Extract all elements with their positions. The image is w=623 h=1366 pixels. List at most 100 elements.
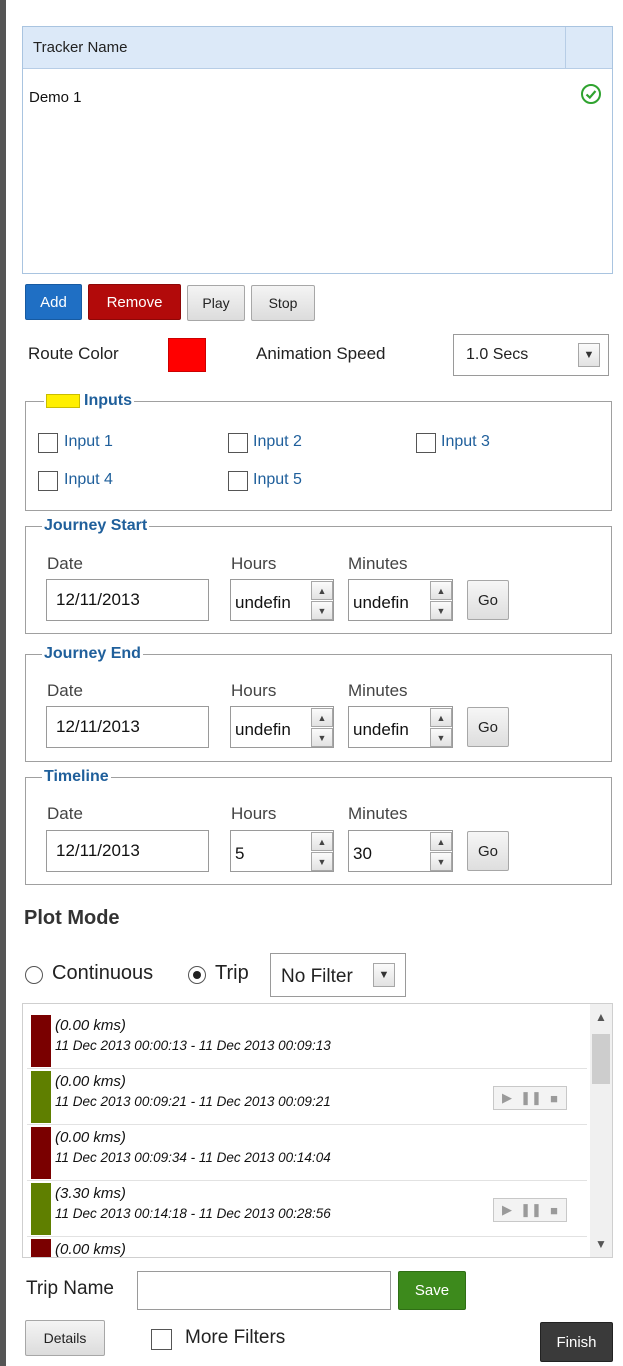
trip-list-item[interactable]: (0.00 kms) 11 Dec 2013 00:09:34 - 11 Dec…: [27, 1125, 587, 1181]
trip-name-input[interactable]: [137, 1271, 391, 1310]
tracker-row[interactable]: Demo 1: [23, 83, 612, 111]
tracker-name-column-header[interactable]: Tracker Name: [33, 39, 127, 56]
pause-icon[interactable]: ❚❚: [520, 1090, 542, 1106]
tracker-table: Tracker Name Demo 1: [22, 26, 613, 274]
save-button[interactable]: Save: [398, 1271, 466, 1310]
spin-down-icon[interactable]: ▼: [311, 601, 333, 620]
trip-list-item[interactable]: (0.00 kms) 11 Dec 2013 00:09:21 - 11 Dec…: [27, 1069, 587, 1125]
animation-speed-value: 1.0 Secs: [466, 346, 529, 363]
journey-end-legend: Journey End: [42, 645, 143, 663]
input-1-checkbox[interactable]: [38, 433, 58, 453]
chevron-down-icon[interactable]: ▼: [373, 963, 395, 987]
spin-up-icon[interactable]: ▲: [311, 708, 333, 727]
spin-up-icon[interactable]: ▲: [311, 581, 333, 600]
trip-playback-controls: ▶ ❚❚ ■: [493, 1086, 567, 1110]
spin-up-icon[interactable]: ▲: [430, 708, 452, 727]
timeline-go-button[interactable]: Go: [467, 831, 509, 871]
animation-speed-select[interactable]: 1.0 Secs ▼: [453, 334, 609, 376]
hours-label: Hours: [231, 681, 277, 700]
journey-end-hours-stepper[interactable]: undefin ▲ ▼: [230, 706, 334, 748]
journey-end-date-input[interactable]: 12/11/2013: [46, 706, 209, 748]
inputs-legend-text: Inputs: [84, 392, 132, 409]
minutes-label: Minutes: [348, 804, 408, 823]
journey-end-minutes-stepper[interactable]: undefin ▲ ▼: [348, 706, 453, 748]
play-icon[interactable]: ▶: [502, 1202, 512, 1218]
input-3-checkbox[interactable]: [416, 433, 436, 453]
input-1-label[interactable]: Input 1: [64, 433, 113, 451]
trip-filter-select[interactable]: No Filter ▼: [270, 953, 406, 997]
minutes-label: Minutes: [348, 554, 408, 573]
details-button[interactable]: Details: [25, 1320, 105, 1356]
trip-distance: (0.00 kms): [55, 1073, 126, 1090]
input-2-checkbox[interactable]: [228, 433, 248, 453]
route-color-swatch[interactable]: [168, 338, 206, 372]
play-button[interactable]: Play: [187, 285, 245, 321]
timeline-hours-stepper[interactable]: 5 ▲ ▼: [230, 830, 334, 872]
finish-button[interactable]: Finish: [540, 1322, 613, 1362]
trip-time-range: 11 Dec 2013 00:14:18 - 11 Dec 2013 00:28…: [55, 1206, 331, 1221]
input-2-label[interactable]: Input 2: [253, 433, 302, 451]
trip-color-bar: [31, 1015, 51, 1067]
journey-start-date-input[interactable]: 12/11/2013: [46, 579, 209, 621]
trip-list-item[interactable]: (0.00 kms): [27, 1237, 587, 1258]
trip-color-bar: [31, 1239, 51, 1257]
journey-start-hours-value: undefin: [235, 593, 291, 612]
input-4-label[interactable]: Input 4: [64, 471, 113, 489]
journey-start-go-button[interactable]: Go: [467, 580, 509, 620]
timeline-legend: Timeline: [42, 768, 111, 786]
journey-start-minutes-value: undefin: [353, 593, 409, 612]
add-button[interactable]: Add: [25, 284, 82, 320]
date-label: Date: [47, 554, 83, 573]
trip-label[interactable]: Trip: [215, 962, 249, 985]
inputs-fieldset: [25, 401, 612, 511]
trip-radio[interactable]: [188, 966, 206, 984]
trip-time-range: 11 Dec 2013 00:09:34 - 11 Dec 2013 00:14…: [55, 1150, 331, 1165]
trip-distance: (0.00 kms): [55, 1241, 126, 1258]
continuous-radio[interactable]: [25, 966, 43, 984]
spin-up-icon[interactable]: ▲: [430, 832, 452, 851]
journey-end-go-button[interactable]: Go: [467, 707, 509, 747]
pause-icon[interactable]: ❚❚: [520, 1202, 542, 1218]
stop-icon[interactable]: ■: [550, 1203, 558, 1218]
journey-start-hours-stepper[interactable]: undefin ▲ ▼: [230, 579, 334, 621]
stop-button[interactable]: Stop: [251, 285, 315, 321]
spin-up-icon[interactable]: ▲: [311, 832, 333, 851]
continuous-label[interactable]: Continuous: [52, 962, 153, 985]
timeline-hours-value: 5: [235, 844, 245, 863]
input-5-checkbox[interactable]: [228, 471, 248, 491]
scroll-down-icon[interactable]: ▼: [590, 1233, 612, 1255]
spin-down-icon[interactable]: ▼: [311, 728, 333, 747]
spin-down-icon[interactable]: ▼: [430, 728, 452, 747]
stop-icon[interactable]: ■: [550, 1091, 558, 1106]
scroll-up-icon[interactable]: ▲: [590, 1006, 612, 1028]
spin-down-icon[interactable]: ▼: [311, 852, 333, 871]
more-filters-label[interactable]: More Filters: [185, 1327, 285, 1349]
play-icon[interactable]: ▶: [502, 1090, 512, 1106]
trip-distance: (0.00 kms): [55, 1017, 126, 1034]
remove-button[interactable]: Remove: [88, 284, 181, 320]
spin-down-icon[interactable]: ▼: [430, 852, 452, 871]
input-4-checkbox[interactable]: [38, 471, 58, 491]
check-circle-icon: [581, 84, 601, 104]
timeline-date-input[interactable]: 12/11/2013: [46, 830, 209, 872]
trip-time-range: 11 Dec 2013 00:09:21 - 11 Dec 2013 00:09…: [55, 1094, 331, 1109]
journey-start-minutes-stepper[interactable]: undefin ▲ ▼: [348, 579, 453, 621]
chevron-down-icon[interactable]: ▼: [578, 343, 600, 367]
spin-up-icon[interactable]: ▲: [430, 581, 452, 600]
trip-filter-value: No Filter: [281, 966, 353, 987]
scrollbar-thumb[interactable]: [592, 1034, 610, 1084]
route-color-label: Route Color: [28, 344, 119, 363]
input-3-label[interactable]: Input 3: [441, 433, 490, 451]
trip-list-item[interactable]: (3.30 kms) 11 Dec 2013 00:14:18 - 11 Dec…: [27, 1181, 587, 1237]
input-5-label[interactable]: Input 5: [253, 471, 302, 489]
column-separator: [565, 27, 566, 69]
inputs-color-swatch[interactable]: [46, 394, 80, 408]
hours-label: Hours: [231, 554, 277, 573]
tracker-table-header: Tracker Name: [23, 27, 612, 69]
panel-border: [0, 0, 6, 1366]
trip-list-item[interactable]: (0.00 kms) 11 Dec 2013 00:00:13 - 11 Dec…: [27, 1013, 587, 1069]
more-filters-checkbox[interactable]: [151, 1329, 172, 1350]
spin-down-icon[interactable]: ▼: [430, 601, 452, 620]
trip-list-scrollbar[interactable]: ▲ ▼: [590, 1004, 612, 1257]
timeline-minutes-stepper[interactable]: 30 ▲ ▼: [348, 830, 453, 872]
